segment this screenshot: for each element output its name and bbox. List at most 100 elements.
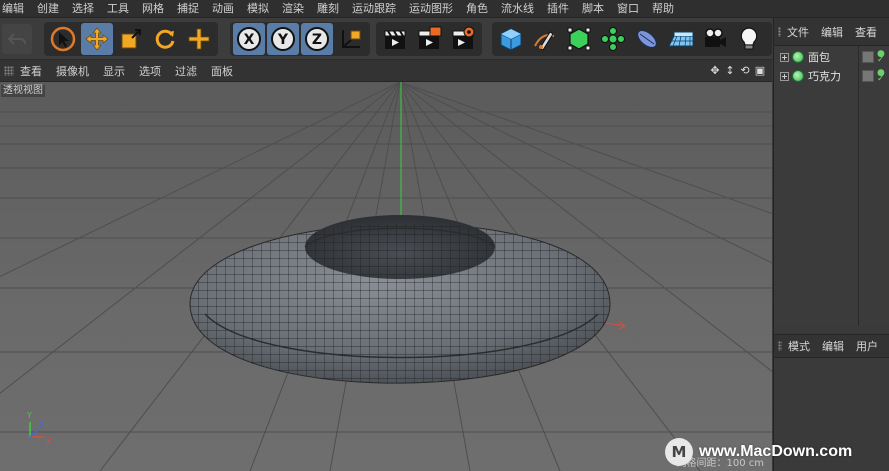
move-icon bbox=[85, 27, 109, 51]
menu-help[interactable]: 帮助 bbox=[646, 0, 681, 18]
plus-move-icon bbox=[188, 28, 210, 50]
viewport-menu-bar: 查看 摄像机 显示 选项 过滤 面板 ✥ ↕ ⟲ ▣ bbox=[0, 60, 772, 82]
panel-grip-icon[interactable] bbox=[778, 26, 781, 37]
svg-text:Y: Y bbox=[277, 32, 289, 48]
menu-simulate[interactable]: 模拟 bbox=[241, 0, 276, 18]
render-view-button[interactable] bbox=[379, 23, 411, 55]
menu-plugins[interactable]: 插件 bbox=[541, 0, 576, 18]
rotate-icon bbox=[155, 29, 175, 49]
cloner-icon bbox=[601, 27, 625, 51]
object-row-chocolate[interactable]: 巧克力 ● ✓ bbox=[774, 67, 889, 85]
maximize-icon[interactable]: ▣ bbox=[754, 63, 766, 77]
z-axis-lock-button[interactable]: Z bbox=[301, 23, 333, 55]
move-tool-button[interactable] bbox=[81, 23, 113, 55]
visibility-check-icon[interactable]: ● ✓ bbox=[877, 50, 887, 65]
attribute-menu-user[interactable]: 用户 bbox=[856, 338, 878, 354]
menu-pipeline[interactable]: 流水线 bbox=[495, 0, 541, 18]
viewport-menu-panel[interactable]: 面板 bbox=[211, 63, 233, 79]
panel-grip-icon[interactable] bbox=[778, 341, 782, 351]
attribute-menu-edit[interactable]: 编辑 bbox=[822, 338, 844, 354]
coordinate-system-icon bbox=[342, 30, 361, 48]
object-list: 面包 ● ✓ 巧克力 ● ✓ bbox=[774, 46, 889, 326]
clapper-icon bbox=[384, 30, 406, 49]
light-bulb-icon bbox=[740, 27, 758, 50]
svg-text:Z: Z bbox=[39, 421, 45, 430]
live-selection-button[interactable] bbox=[47, 23, 79, 55]
viewport-label: 透视视图 bbox=[1, 85, 45, 97]
menu-character[interactable]: 角色 bbox=[460, 0, 495, 18]
pan-icon[interactable]: ✥ bbox=[709, 63, 721, 77]
viewport-nav-icons: ✥ ↕ ⟲ ▣ bbox=[709, 63, 766, 77]
zoom-icon[interactable]: ↕ bbox=[724, 63, 736, 77]
object-row-bread[interactable]: 面包 ● ✓ bbox=[774, 48, 889, 66]
viewport-scene: Y Z X bbox=[0, 82, 772, 471]
cube-icon bbox=[500, 28, 522, 51]
render-picture-viewer-button[interactable] bbox=[413, 23, 445, 55]
menu-motion-tracker[interactable]: 运动跟踪 bbox=[346, 0, 403, 18]
layer-tag-icon[interactable] bbox=[862, 51, 874, 63]
menu-create[interactable]: 创建 bbox=[31, 0, 66, 18]
viewport-menu-cameras[interactable]: 摄像机 bbox=[56, 63, 89, 79]
pen-icon bbox=[534, 31, 555, 51]
menu-edit[interactable]: 编辑 bbox=[0, 0, 31, 18]
cube-object-button[interactable] bbox=[495, 23, 527, 55]
viewport-menu-filter[interactable]: 过滤 bbox=[175, 63, 197, 79]
axis-gizmo: Y Z X bbox=[26, 411, 52, 446]
menu-animate[interactable]: 动画 bbox=[206, 0, 241, 18]
svg-text:X: X bbox=[244, 32, 255, 48]
rotate-tool-button[interactable] bbox=[149, 23, 181, 55]
main-toolbar: X Y Z bbox=[0, 18, 772, 60]
render-settings-button[interactable] bbox=[447, 23, 479, 55]
menu-window[interactable]: 窗口 bbox=[611, 0, 646, 18]
viewport-menu-options[interactable]: 选项 bbox=[139, 63, 161, 79]
x-axis-lock-button[interactable]: X bbox=[233, 23, 265, 55]
pen-spline-button[interactable] bbox=[529, 23, 561, 55]
object-menu-view[interactable]: 查看 bbox=[855, 24, 877, 40]
recent-tool-button[interactable] bbox=[183, 23, 215, 55]
menu-tools[interactable]: 工具 bbox=[101, 0, 136, 18]
x-axis-icon: X bbox=[237, 27, 261, 51]
menu-mesh[interactable]: 网格 bbox=[136, 0, 171, 18]
expand-icon[interactable] bbox=[780, 52, 789, 62]
tool-group-axis: X Y Z bbox=[230, 22, 370, 56]
menu-select[interactable]: 选择 bbox=[66, 0, 101, 18]
menu-render[interactable]: 渲染 bbox=[276, 0, 311, 18]
deformer-button[interactable] bbox=[631, 23, 663, 55]
menu-sculpt[interactable]: 雕刻 bbox=[311, 0, 346, 18]
viewport-menu-display[interactable]: 显示 bbox=[103, 63, 125, 79]
perspective-viewport[interactable]: Y Z X 透视视图 网格间距：100 cm bbox=[0, 82, 772, 471]
z-axis-icon: Z bbox=[305, 27, 329, 51]
deformer-icon bbox=[637, 30, 657, 48]
floor-object-button[interactable] bbox=[665, 23, 697, 55]
torus-mesh[interactable] bbox=[180, 162, 620, 412]
attribute-menu-mode[interactable]: 模式 bbox=[788, 338, 810, 354]
coordinate-system-button[interactable] bbox=[335, 23, 367, 55]
object-name[interactable]: 巧克力 bbox=[808, 68, 841, 84]
svg-text:X: X bbox=[46, 437, 52, 446]
undo-icon bbox=[7, 33, 26, 45]
object-name[interactable]: 面包 bbox=[808, 49, 830, 65]
watermark: M www.MacDown.com bbox=[665, 438, 852, 466]
camera-object-button[interactable] bbox=[699, 23, 731, 55]
subdivision-surface-button[interactable] bbox=[563, 23, 595, 55]
light-object-button[interactable] bbox=[733, 23, 765, 55]
visibility-check-icon[interactable]: ● ✓ bbox=[877, 69, 887, 84]
menu-snap[interactable]: 捕捉 bbox=[171, 0, 206, 18]
panel-grip-icon[interactable] bbox=[4, 65, 14, 76]
cloner-button[interactable] bbox=[597, 23, 629, 55]
undo-button[interactable] bbox=[2, 24, 32, 54]
object-menu-file[interactable]: 文件 bbox=[787, 24, 809, 40]
watermark-text: www.MacDown.com bbox=[699, 443, 853, 460]
y-axis-lock-button[interactable]: Y bbox=[267, 23, 299, 55]
menu-script[interactable]: 脚本 bbox=[576, 0, 611, 18]
expand-icon[interactable] bbox=[780, 71, 789, 81]
clapper-gear-icon bbox=[452, 26, 475, 49]
orbit-icon[interactable]: ⟲ bbox=[739, 63, 751, 77]
menu-mograph[interactable]: 运动图形 bbox=[403, 0, 460, 18]
viewport-menu-view[interactable]: 查看 bbox=[20, 63, 42, 79]
object-menu-edit[interactable]: 编辑 bbox=[821, 24, 843, 40]
layer-tag-icon[interactable] bbox=[862, 70, 874, 82]
scale-tool-button[interactable] bbox=[115, 23, 147, 55]
right-panel: 文件 编辑 查看 面包 ● ✓ 巧克力 ● ✓ 模式 编辑 用户 bbox=[773, 18, 889, 471]
attribute-manager-menu: 模式 编辑 用户 bbox=[774, 334, 889, 358]
